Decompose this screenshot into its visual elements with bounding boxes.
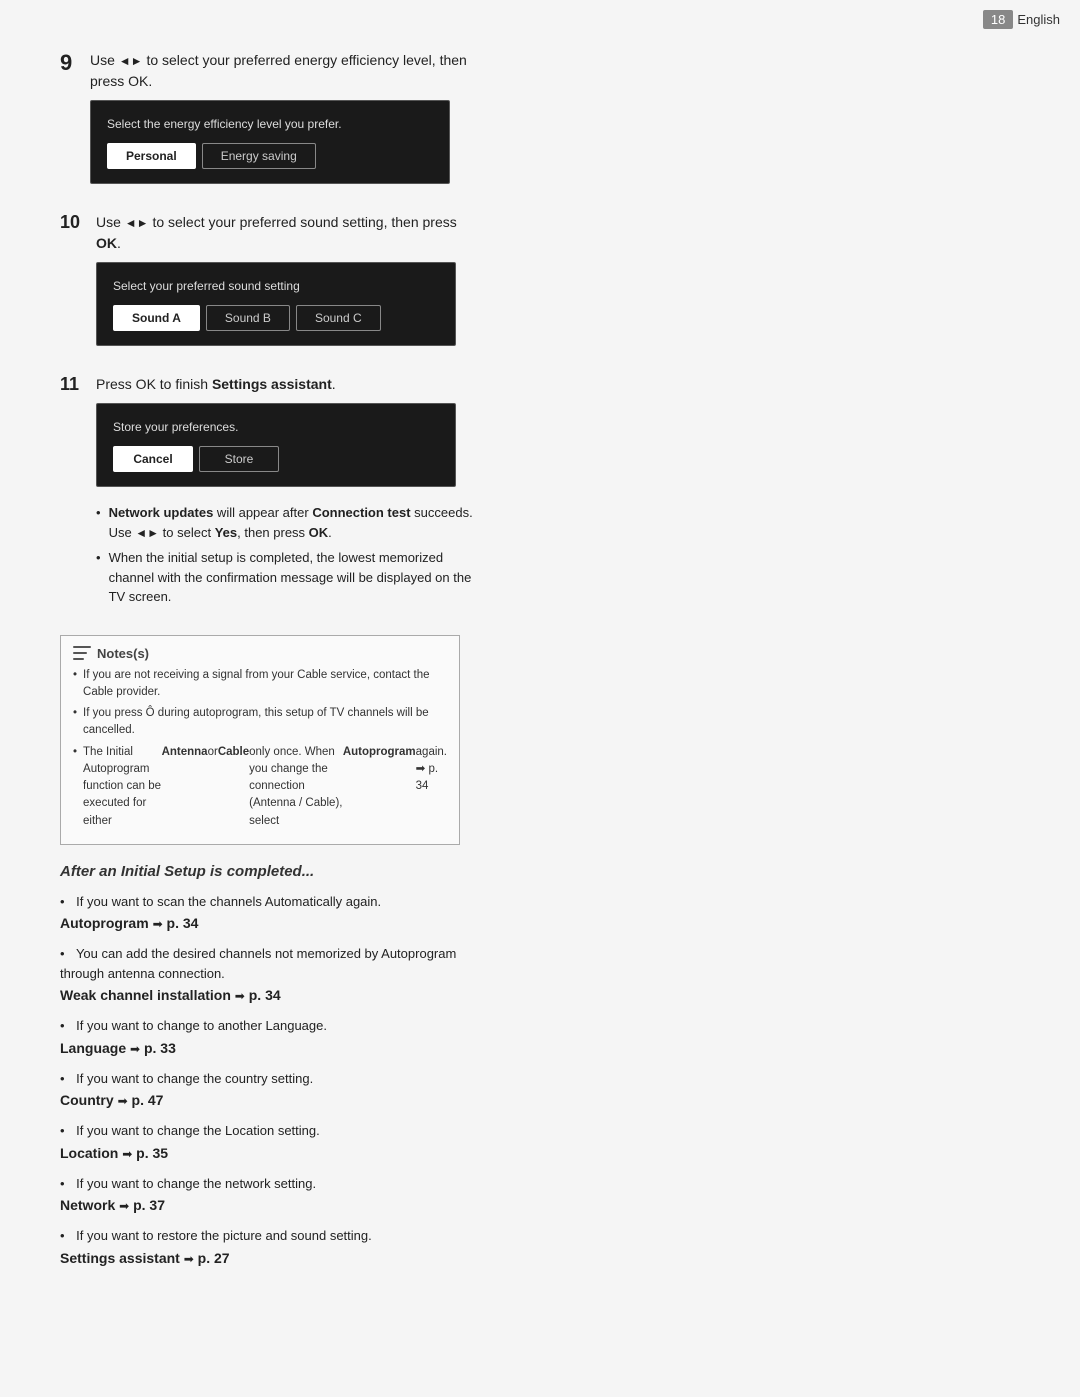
cancel-button[interactable]: Cancel [113,446,193,472]
after-setup-items: If you want to scan the channels Automat… [60,892,480,1269]
after-setup-item-2: You can add the desired channels not mem… [60,944,480,1006]
step-10-arrow: ◄► [125,216,149,230]
note-1: If you are not receiving a signal from y… [73,667,447,702]
bullet-initial-setup: When the initial setup is completed, the… [96,548,480,607]
page-header: 18 English [983,10,1060,29]
store-box: Store your preferences. Cancel Store [96,403,456,487]
sound-c-button[interactable]: Sound C [296,305,381,331]
after-setup-title: After an Initial Setup is completed... [60,863,480,880]
network-arrow: ➡ [119,1199,129,1213]
step-10-text: Use ◄► to select your preferred sound se… [96,212,480,362]
notes-header: Notes(s) [73,646,447,661]
after-setup-item-3: If you want to change to another Languag… [60,1016,480,1059]
after-setup-item-1: If you want to scan the channels Automat… [60,892,480,935]
autoprogram-link: Autoprogram ➡ p. 34 [60,913,480,934]
country-link: Country ➡ p. 47 [60,1090,480,1111]
personal-button[interactable]: Personal [107,143,196,169]
weak-channel-link: Weak channel installation ➡ p. 34 [60,985,480,1006]
step-11-text: Press OK to finish Settings assistant. S… [96,374,480,621]
note-3: The Initial Autoprogram function can be … [73,744,447,830]
energy-saving-button[interactable]: Energy saving [202,143,316,169]
sound-box-buttons: Sound A Sound B Sound C [113,305,439,331]
bullet-1-text: Network updates will appear after Connec… [109,503,473,542]
bullet-network-updates: Network updates will appear after Connec… [96,503,480,542]
energy-box: Select the energy efficiency level you p… [90,100,450,184]
step-9-text: Use ◄► to select your preferred energy e… [90,50,480,200]
energy-box-title: Select the energy efficiency level you p… [107,115,433,133]
store-box-title: Store your preferences. [113,418,439,436]
after-setup-item-5: If you want to change the Location setti… [60,1121,480,1164]
language-arrow: ➡ [130,1042,140,1056]
notes-section: Notes(s) If you are not receiving a sign… [60,635,460,845]
location-link: Location ➡ p. 35 [60,1143,480,1164]
autoprogram-arrow: ➡ [153,917,163,931]
sound-a-button[interactable]: Sound A [113,305,200,331]
main-content: 9 Use ◄► to select your preferred energy… [0,0,540,1319]
sound-box-title: Select your preferred sound setting [113,277,439,295]
notes-label: Notes(s) [97,646,149,661]
step-10-number: 10 [60,212,96,234]
step-11-bullets: Network updates will appear after Connec… [96,503,480,607]
step-11: 11 Press OK to finish Settings assistant… [60,374,480,621]
store-button[interactable]: Store [199,446,279,472]
notes-icon [73,646,91,660]
sound-b-button[interactable]: Sound B [206,305,290,331]
page-number: 18 [983,10,1013,29]
note-2: If you press Ô during autoprogram, this … [73,705,447,740]
after-setup-item-6: If you want to change the network settin… [60,1174,480,1217]
step-9-number: 9 [60,50,90,76]
sound-box: Select your preferred sound setting Soun… [96,262,456,346]
page-language: English [1017,12,1060,27]
after-setup-item-4: If you want to change the country settin… [60,1069,480,1112]
bullet-2-text: When the initial setup is completed, the… [109,548,480,607]
location-arrow: ➡ [122,1147,132,1161]
step-10: 10 Use ◄► to select your preferred sound… [60,212,480,362]
after-setup-item-7: If you want to restore the picture and s… [60,1226,480,1269]
step-10-ok: OK [96,235,117,251]
network-link: Network ➡ p. 37 [60,1195,480,1216]
settings-assistant-arrow: ➡ [184,1252,194,1266]
step-9: 9 Use ◄► to select your preferred energy… [60,50,480,200]
notes-list: If you are not receiving a signal from y… [73,667,447,830]
country-arrow: ➡ [118,1094,128,1108]
energy-box-buttons: Personal Energy saving [107,143,433,169]
language-link: Language ➡ p. 33 [60,1038,480,1059]
step-11-number: 11 [60,374,96,396]
settings-assistant-label: Settings assistant [212,376,332,392]
store-box-buttons: Cancel Store [113,446,439,472]
settings-assistant-link: Settings assistant ➡ p. 27 [60,1248,480,1269]
weak-channel-arrow: ➡ [235,989,245,1003]
step-9-arrow: ◄► [119,54,143,68]
